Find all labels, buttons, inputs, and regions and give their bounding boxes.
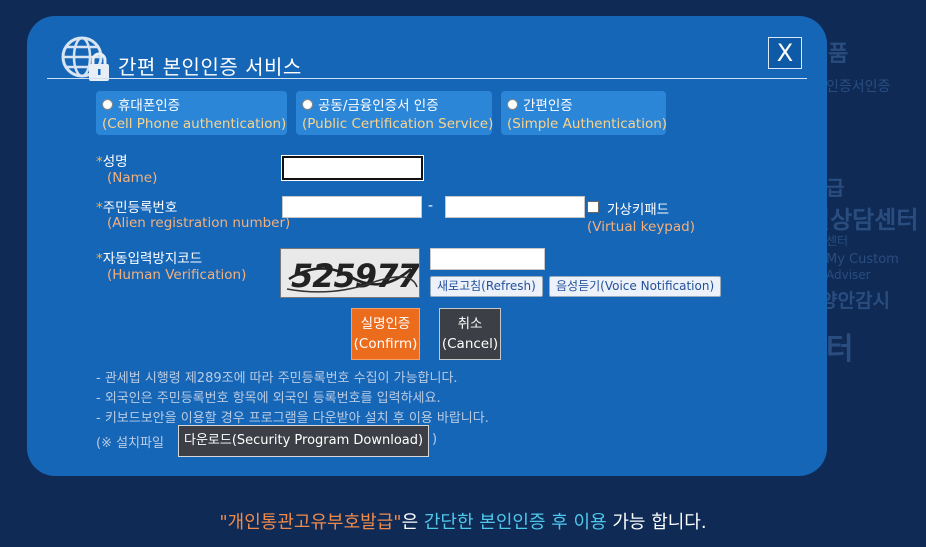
confirm-button[interactable]: 실명인증 (Confirm): [351, 308, 420, 360]
name-label: *성명: [96, 150, 128, 170]
reg-label-text: 주민등록번호: [102, 200, 178, 216]
background-text: 품: [828, 42, 849, 67]
footer-emphasis: 간단한 본인인증 후 이용: [423, 512, 607, 533]
background-text: 급: [826, 176, 845, 200]
footer-text: 가능 합니다.: [606, 512, 707, 533]
name-input[interactable]: [281, 155, 424, 181]
virtual-keypad-label: 가상키패드: [607, 202, 670, 218]
cancel-button[interactable]: 취소 (Cancel): [439, 308, 501, 360]
captcha-label: *자동입력방지코드: [96, 247, 202, 267]
confirm-sublabel: (Confirm): [353, 336, 418, 352]
background-text: 센터: [826, 234, 849, 248]
captcha-image: 525977: [280, 248, 420, 298]
reg-sublabel: (Alien registration number): [107, 215, 291, 231]
globe-lock-icon: [61, 36, 109, 81]
radio-button[interactable]: [302, 98, 313, 110]
option-cell-phone[interactable]: 휴대폰인증 (Cell Phone authentication): [96, 91, 287, 135]
captcha-label-text: 자동입력방지코드: [102, 251, 203, 267]
option-simple-auth[interactable]: 간편인증 (Simple Authentication): [501, 91, 668, 135]
background-text: Adviser: [826, 268, 871, 282]
title-divider: [47, 78, 807, 79]
dialog-title: 간편 본인인증 서비스: [118, 55, 302, 79]
radio-button[interactable]: [102, 98, 113, 110]
radio-button[interactable]: [507, 98, 518, 110]
refresh-button[interactable]: 새로고침(Refresh): [430, 276, 543, 297]
captcha-sublabel: (Human Verification): [107, 267, 247, 283]
option-public-certificate[interactable]: 공동/금융인증서 인증 (Public Certification Servic…: [296, 91, 494, 135]
option-sublabel: (Simple Authentication): [507, 116, 668, 132]
footer-text: 은: [401, 512, 424, 533]
background-text: My Custom: [826, 252, 899, 267]
option-label: 휴대폰인증: [118, 98, 181, 114]
notice-text: - 관세법 시행령 제289조에 따라 주민등록번호 수집이 가능합니다.: [96, 371, 458, 386]
name-sublabel: (Name): [107, 170, 158, 186]
reg-dash: -: [428, 198, 434, 214]
cancel-sublabel: (Cancel): [441, 336, 499, 352]
required-mark: *: [96, 251, 103, 267]
install-notice-suffix: ): [432, 432, 438, 447]
close-button[interactable]: X: [768, 37, 802, 69]
footer-highlight: "개인통관고유부호발급": [219, 512, 402, 533]
required-mark: *: [96, 200, 103, 216]
download-security-program-button[interactable]: 다운로드(Security Program Download): [178, 425, 430, 457]
background-text: 터: [826, 332, 854, 367]
install-notice-prefix: (※ 설치파일: [96, 436, 164, 451]
cancel-label: 취소: [457, 316, 483, 332]
captcha-distortion: 525977: [286, 257, 419, 295]
footer-message: "개인통관고유부호발급"은 간단한 본인인증 후 이용 가능 합니다.: [0, 508, 926, 534]
option-label: 공동/금융인증서 인증: [318, 98, 439, 114]
virtual-keypad-sublabel: (Virtual keypad): [587, 219, 695, 235]
option-sublabel: (Public Certification Service): [302, 116, 494, 132]
option-sublabel: (Cell Phone authentication): [102, 116, 287, 132]
confirm-label: 실명인증: [360, 316, 411, 332]
virtual-keypad-checkbox[interactable]: [587, 201, 599, 213]
option-label: 간편인증: [523, 98, 573, 114]
name-label-text: 성명: [102, 154, 128, 170]
notice-text: - 키보드보안을 이용할 경우 프로그램을 다운받아 설치 후 이용 바랍니다.: [96, 411, 489, 426]
background-text: 양안감시: [820, 290, 890, 312]
reg-label: *주민등록번호: [96, 196, 177, 216]
reg-number-front-input[interactable]: [282, 196, 422, 218]
voice-notification-button[interactable]: 음성듣기(Voice Notification): [549, 276, 722, 297]
background-text: 인증서인증: [826, 79, 891, 95]
reg-number-back-input[interactable]: [445, 196, 585, 218]
captcha-input[interactable]: [430, 248, 545, 270]
notice-text: - 외국인은 주민등록번호 항목에 외국인 등록번호를 입력하세요.: [96, 391, 441, 406]
auth-dialog: 간편 본인인증 서비스 X 휴대폰인증 (Cell Phone authenti…: [27, 16, 827, 476]
required-mark: *: [96, 154, 103, 170]
